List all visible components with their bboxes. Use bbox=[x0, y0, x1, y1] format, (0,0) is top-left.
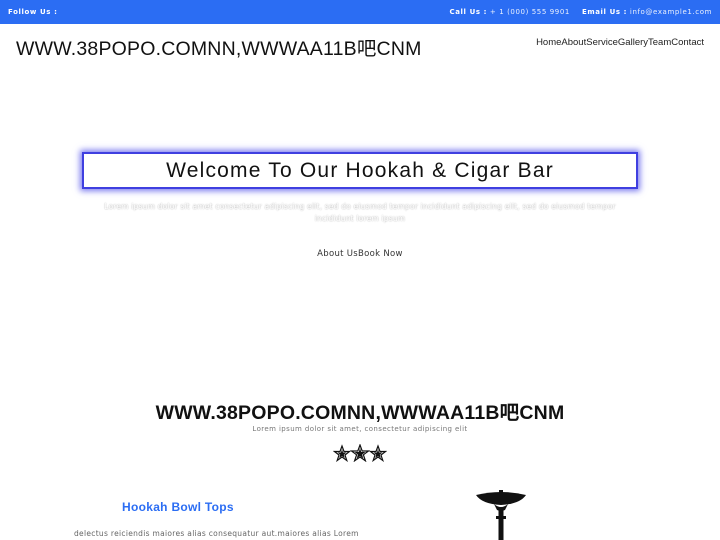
site-brand[interactable]: WWW.38POPO.COMNN,WWWAA11B吧CNM bbox=[16, 32, 422, 61]
main-nav: Home About Service Gallery Team Contact bbox=[536, 37, 704, 48]
hero-title-box: Welcome To Our Hookah & Cigar Bar bbox=[82, 152, 638, 189]
hero-description: Lorem ipsum dolor sit amet consectetur a… bbox=[104, 202, 616, 223]
email-us-label: Email Us : bbox=[581, 8, 628, 16]
nav-item-home[interactable]: Home bbox=[536, 37, 561, 48]
hero-links: About UsBook Now bbox=[0, 249, 720, 259]
card-text: delectus reiciendis maiores alias conseq… bbox=[74, 529, 359, 538]
follow-us-label: Follow Us : bbox=[8, 8, 58, 16]
section-subtitle: Lorem ipsum dolor sit amet, consectetur … bbox=[252, 425, 468, 433]
section-title: WWW.38POPO.COMNN,WWWAA11B吧CNM bbox=[155, 402, 565, 424]
hero-title: Welcome To Our Hookah & Cigar Bar bbox=[166, 159, 554, 182]
call-us-label: Call Us : bbox=[449, 8, 488, 16]
nav-item-contact[interactable]: Contact bbox=[671, 37, 704, 48]
nav-item-service[interactable]: Service bbox=[586, 37, 618, 48]
hookah-icon bbox=[476, 490, 526, 540]
nav-item-gallery[interactable]: Gallery bbox=[618, 37, 648, 48]
three-stars-icon bbox=[333, 444, 387, 462]
card-title[interactable]: Hookah Bowl Tops bbox=[122, 500, 234, 514]
call-us[interactable]: Call Us : + 1 (000) 555 9901 bbox=[450, 8, 570, 16]
call-us-value[interactable]: + 1 (000) 555 9901 bbox=[490, 8, 570, 16]
nav-item-team[interactable]: Team bbox=[648, 37, 671, 48]
about-us-link[interactable]: About Us bbox=[317, 249, 358, 259]
top-bar: Follow Us : Call Us : + 1 (000) 555 9901… bbox=[0, 0, 720, 24]
email-us-value[interactable]: info@example1.com bbox=[630, 8, 712, 16]
email-us[interactable]: Email Us : info@example1.com bbox=[582, 8, 712, 16]
contact-info: Call Us : + 1 (000) 555 9901 Email Us : … bbox=[450, 8, 713, 16]
book-now-link[interactable]: Book Now bbox=[358, 249, 403, 259]
nav-item-about[interactable]: About bbox=[561, 37, 586, 48]
